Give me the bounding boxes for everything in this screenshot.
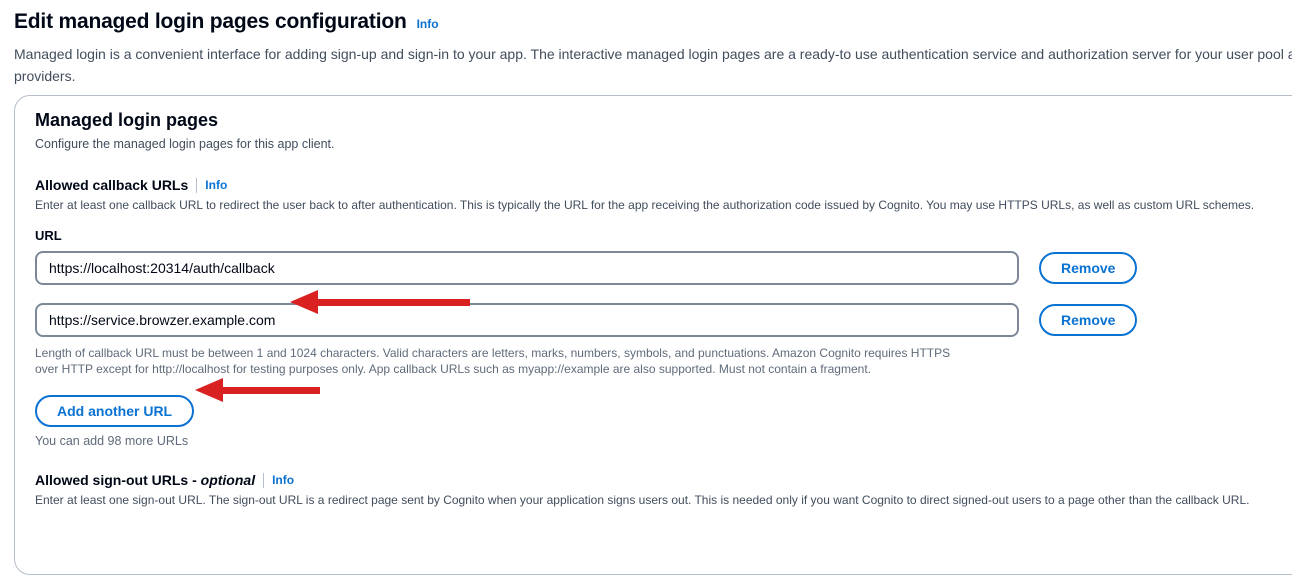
remaining-urls-note: You can add 98 more URLs <box>35 434 1292 448</box>
page-description: Managed login is a convenient interface … <box>14 43 1292 87</box>
managed-login-pages-panel: Managed login pages Configure the manage… <box>14 95 1292 575</box>
callback-url-input-1[interactable] <box>35 251 1019 285</box>
label-info-divider <box>196 178 197 193</box>
signout-urls-description: Enter at least one sign-out URL. The sig… <box>35 493 1292 507</box>
label-info-divider <box>263 473 264 488</box>
page-header: Edit managed login pages configuration I… <box>0 0 1292 87</box>
callback-urls-description: Enter at least one callback URL to redir… <box>35 198 1292 212</box>
add-another-url-button[interactable]: Add another URL <box>35 395 194 427</box>
remove-url-button-1[interactable]: Remove <box>1039 252 1137 284</box>
page-title: Edit managed login pages configuration <box>14 10 407 34</box>
signout-urls-info-link[interactable]: Info <box>272 473 294 487</box>
page-title-info-link[interactable]: Info <box>417 17 439 31</box>
callback-url-constraint-text: Length of callback URL must be between 1… <box>35 345 975 377</box>
signout-urls-label: Allowed sign-out URLs - optional <box>35 472 255 488</box>
callback-url-row: Remove <box>35 303 1292 337</box>
callback-urls-label: Allowed callback URLs <box>35 177 188 193</box>
callback-urls-header: Allowed callback URLs Info <box>35 177 1292 193</box>
url-column-label: URL <box>35 228 1292 243</box>
edit-managed-login-page: { "page": { "title": "Edit managed login… <box>0 0 1292 498</box>
panel-description: Configure the managed login pages for th… <box>35 137 1292 151</box>
signout-urls-header: Allowed sign-out URLs - optional Info <box>35 472 1292 488</box>
callback-urls-info-link[interactable]: Info <box>205 178 227 192</box>
callback-url-input-2[interactable] <box>35 303 1019 337</box>
panel-title: Managed login pages <box>35 110 1292 131</box>
callback-url-row: Remove <box>35 251 1292 285</box>
remove-url-button-2[interactable]: Remove <box>1039 304 1137 336</box>
optional-suffix: optional <box>201 472 255 488</box>
